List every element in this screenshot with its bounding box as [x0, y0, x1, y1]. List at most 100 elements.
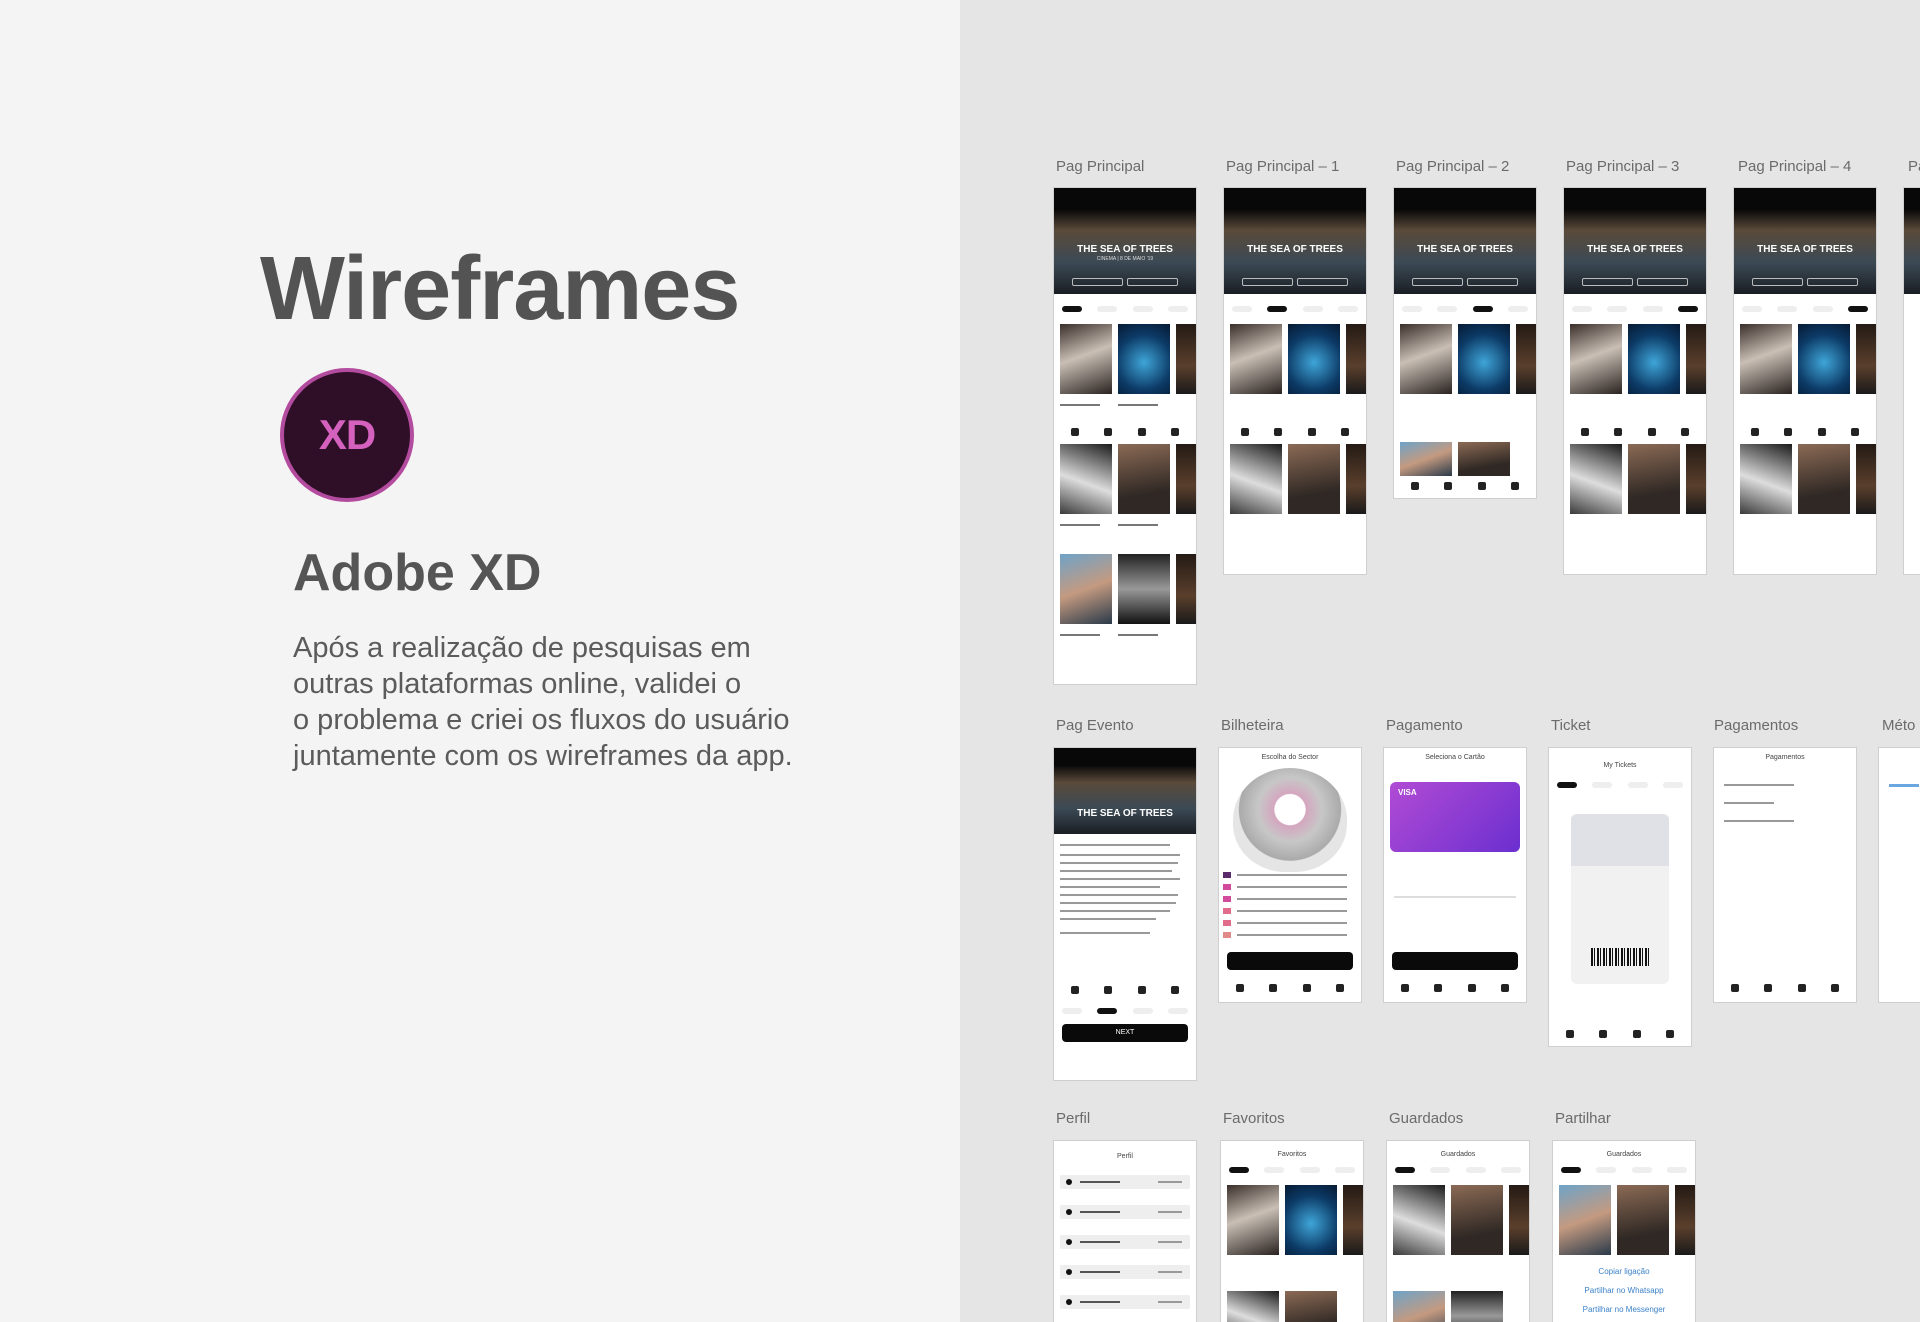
list-item[interactable] [1060, 1235, 1190, 1249]
text-line [1060, 878, 1180, 880]
hero-banner [1904, 188, 1920, 294]
text-line [1060, 886, 1160, 888]
bottom-nav [1228, 424, 1362, 440]
poster [1856, 324, 1876, 394]
legend-swatch [1223, 884, 1231, 890]
poster [1346, 324, 1366, 394]
text-line [1060, 902, 1176, 904]
poster [1509, 1185, 1529, 1255]
list-item[interactable] [1060, 1205, 1190, 1219]
screen-title: My Tickets [1603, 762, 1637, 769]
poster [1393, 1291, 1445, 1322]
wireframe-pag-principal-3: THE SEA OF TREES [1563, 187, 1707, 575]
poster [1230, 324, 1282, 394]
description-line: Após a realização de pesquisas em [293, 632, 751, 664]
poster [1617, 1185, 1669, 1255]
hero-banner: THE SEA OF TREES [1734, 188, 1876, 294]
list-item[interactable] [1060, 1295, 1190, 1309]
frame-label: Pagamento [1386, 717, 1463, 734]
category-chips [1229, 1167, 1355, 1173]
screen-title: Guardados [1440, 1151, 1476, 1158]
hero-title: THE SEA OF TREES [1247, 244, 1343, 255]
hero-banner: THE SEA OF TREES [1054, 748, 1196, 834]
text-line [1060, 918, 1156, 920]
poster [1856, 444, 1876, 514]
legend-swatch [1223, 896, 1231, 902]
next-button[interactable]: NEXT [1062, 1024, 1188, 1042]
wireframe-partial [1878, 747, 1920, 1003]
app-name: Adobe XD [293, 544, 542, 602]
poster [1570, 324, 1622, 394]
wireframe-pag-principal: THE SEA OF TREES CINEMA | 8 DE MAIO '19 [1053, 187, 1197, 685]
poster [1346, 444, 1366, 514]
hero-subtitle: CINEMA | 8 DE MAIO '19 [1096, 256, 1154, 262]
legend-swatch [1223, 932, 1231, 938]
legend-swatch [1223, 872, 1231, 878]
ticket-card[interactable] [1571, 814, 1669, 984]
hero-banner: THE SEA OF TREES [1224, 188, 1366, 294]
wireframe-pagamentos: Pagamentos [1713, 747, 1857, 1003]
caption [1118, 404, 1158, 406]
hero-buttons [1072, 278, 1178, 286]
poster [1675, 1185, 1695, 1255]
text-line [1237, 910, 1347, 912]
poster [1060, 324, 1112, 394]
page-title: Wireframes [260, 239, 740, 340]
hero-title: THE SEA OF TREES [1417, 244, 1513, 255]
frame-label: Ticket [1551, 717, 1591, 734]
caption [1060, 404, 1100, 406]
text-line [1060, 844, 1170, 846]
poster [1570, 444, 1622, 514]
card-brand: VISA [1398, 788, 1417, 797]
hero-buttons [1412, 278, 1518, 286]
share-option[interactable]: Partilhar no Messenger [1553, 1305, 1695, 1314]
frame-label: Méto [1882, 717, 1916, 734]
poster [1458, 442, 1510, 476]
text-line [1060, 932, 1150, 934]
poster [1798, 324, 1850, 394]
screen-title: Pagamentos [1765, 754, 1805, 761]
wireframe-board: Pag Principal Pag Principal – 1 Pag Prin… [960, 0, 1920, 1322]
legend-swatch [1223, 908, 1231, 914]
wireframe-partial [1903, 187, 1920, 575]
poster [1176, 324, 1196, 394]
list-item[interactable] [1060, 1175, 1190, 1189]
wireframe-guardados: Guardados [1386, 1140, 1530, 1322]
bottom-nav [1398, 478, 1532, 494]
share-option[interactable]: Partilhar no Whatsapp [1553, 1286, 1695, 1295]
bottom-nav [1058, 424, 1192, 440]
text-line [1394, 896, 1516, 898]
category-chips [1402, 306, 1528, 312]
poster [1118, 324, 1170, 394]
screen-title: Seleciona o Cartão [1425, 754, 1485, 761]
poster [1343, 1185, 1363, 1255]
bottom-nav [1223, 980, 1357, 996]
seat-map [1233, 768, 1347, 872]
bottom-nav [1553, 1026, 1687, 1042]
legend-swatch [1223, 920, 1231, 926]
poster [1176, 444, 1196, 514]
hero-title: THE SEA OF TREES [1757, 244, 1853, 255]
hero-banner: THE SEA OF TREES [1564, 188, 1706, 294]
caption [1060, 524, 1100, 526]
description: Após a realização de pesquisas em outras… [293, 630, 913, 774]
poster [1516, 324, 1536, 394]
poster [1288, 324, 1340, 394]
credit-card[interactable]: VISA [1390, 782, 1520, 852]
poster [1628, 444, 1680, 514]
share-option[interactable]: Copiar ligação [1553, 1267, 1695, 1276]
text-line [1060, 894, 1178, 896]
wireframe-perfil: Perfil [1053, 1140, 1197, 1322]
text-line [1060, 870, 1172, 872]
bottom-nav [1058, 982, 1192, 998]
screen-title: Guardados [1606, 1151, 1642, 1158]
session-chips [1062, 1008, 1188, 1014]
valor-button[interactable] [1227, 952, 1353, 970]
screen-title: Favoritos [1277, 1151, 1307, 1158]
poster [1060, 554, 1112, 624]
frame-label: Pag Principal [1056, 158, 1145, 175]
poster [1798, 444, 1850, 514]
list-item[interactable] [1060, 1265, 1190, 1279]
valor-button[interactable] [1392, 952, 1518, 970]
text-line [1724, 820, 1794, 822]
